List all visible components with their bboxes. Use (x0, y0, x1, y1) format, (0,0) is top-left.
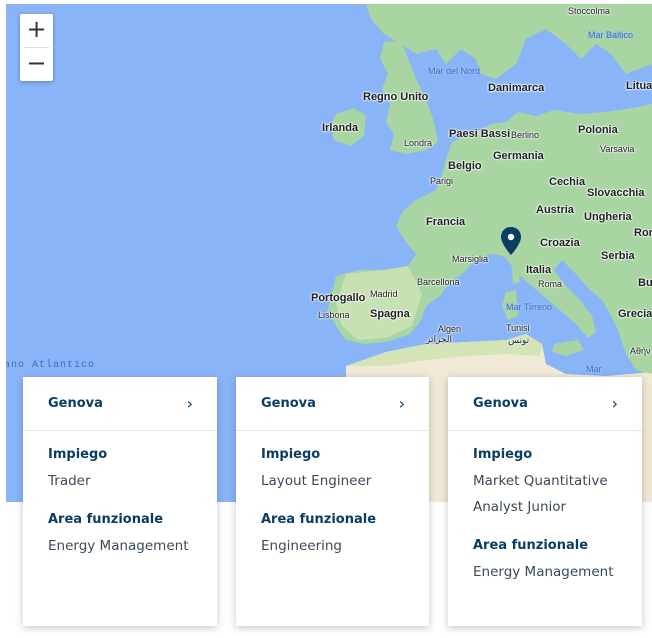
card-location-link[interactable]: Genova › (236, 377, 429, 431)
impiego-label: Impiego (261, 447, 321, 462)
map-label-croazia: Croazia (540, 237, 580, 249)
card-city: Genova (473, 396, 528, 411)
map-label-ungheria: Ungheria (584, 211, 632, 223)
zoom-out-button[interactable]: − (20, 48, 53, 81)
map-label-polonia: Polonia (578, 124, 618, 136)
map-label-stoccolma: Stoccolma (568, 6, 611, 16)
job-card-2[interactable]: Genova › Impiego Layout Engineer Area fu… (236, 377, 429, 626)
map-label-madrid: Madrid (370, 289, 398, 299)
impiego-value: Trader (48, 473, 91, 489)
map-label-algeri: Algeri (438, 324, 462, 334)
job-card-1[interactable]: Genova › Impiego Trader Area funzionale … (23, 377, 217, 626)
map-label-grecia: Grecia (618, 308, 652, 320)
map-label-ron: Ron (634, 227, 652, 239)
map-label-mar-del-nord: Mar del Nord (428, 66, 481, 76)
map-label-barcellona: Barcellona (417, 277, 460, 287)
card-city: Genova (48, 396, 103, 411)
map-label-atlantic: ano Atlantico (6, 360, 96, 371)
map-label-paesi-bassi: Paesi Bassi (449, 128, 511, 140)
zoom-control: + − (20, 14, 53, 81)
map-label-marsiglia: Marsiglia (452, 254, 489, 264)
map-label-cechia: Cechia (549, 176, 586, 188)
chevron-right-icon: › (398, 394, 405, 413)
card-location-link[interactable]: Genova › (23, 377, 217, 431)
map-label-portogallo: Portogallo (311, 292, 366, 304)
chevron-right-icon: › (611, 394, 618, 413)
map-label-serbia: Serbia (601, 250, 635, 262)
map-label-lisbona: Lisbona (318, 310, 350, 320)
map-label-germania: Germania (493, 150, 544, 162)
area-value: Energy Management (473, 564, 614, 580)
map-label-bu: Bu (638, 277, 652, 289)
map-label-slovacchia: Slovacchia (587, 187, 645, 199)
map-label-tunisi: Tunisi (506, 323, 530, 333)
map-label-varsavia: Varsavia (600, 144, 635, 154)
map-label-berlino: Berlino (511, 130, 540, 140)
map-label-regno-unito: Regno Unito (363, 91, 429, 103)
map-label-parigi: Parigi (430, 176, 454, 186)
map-label-algeri-ar: الجزائر (426, 334, 452, 344)
card-city: Genova (261, 396, 316, 411)
map-label-spagna: Spagna (370, 308, 410, 320)
map-label-mar-tirreno: Mar Tirreno (506, 302, 553, 312)
map-label-atene: Aθήν (630, 346, 651, 356)
map-label-belgio: Belgio (448, 160, 482, 172)
impiego-label: Impiego (48, 447, 108, 462)
map-label-danimarca: Danimarca (488, 82, 545, 94)
impiego-value: Layout Engineer (261, 473, 372, 489)
job-card-3[interactable]: Genova › Impiego Market Quantitative Ana… (448, 377, 642, 626)
map-label-italia: Italia (526, 264, 552, 276)
map-label-francia: Francia (426, 216, 466, 228)
map-label-mar: Mar (586, 364, 602, 374)
area-value: Engineering (261, 538, 342, 554)
map-label-tunisi-ar: تونس (508, 335, 530, 345)
map-label-austria: Austria (536, 204, 574, 216)
map-label-roma: Roma (538, 279, 563, 289)
map-label-londra: Londra (404, 138, 433, 148)
area-value: Energy Management (48, 538, 189, 554)
map-label-irlanda: Irlanda (322, 122, 359, 134)
area-label: Area funzionale (48, 512, 164, 527)
impiego-value: Market Quantitative Analyst Junior (473, 473, 608, 515)
area-label: Area funzionale (473, 538, 589, 553)
impiego-label: Impiego (473, 447, 533, 462)
map-label-mar-baltico: Mar Baltico (588, 30, 634, 40)
chevron-right-icon: › (186, 394, 193, 413)
map-label-litua: Litua (626, 80, 652, 92)
zoom-in-button[interactable]: + (20, 14, 53, 47)
area-label: Area funzionale (261, 512, 377, 527)
card-location-link[interactable]: Genova › (448, 377, 642, 431)
